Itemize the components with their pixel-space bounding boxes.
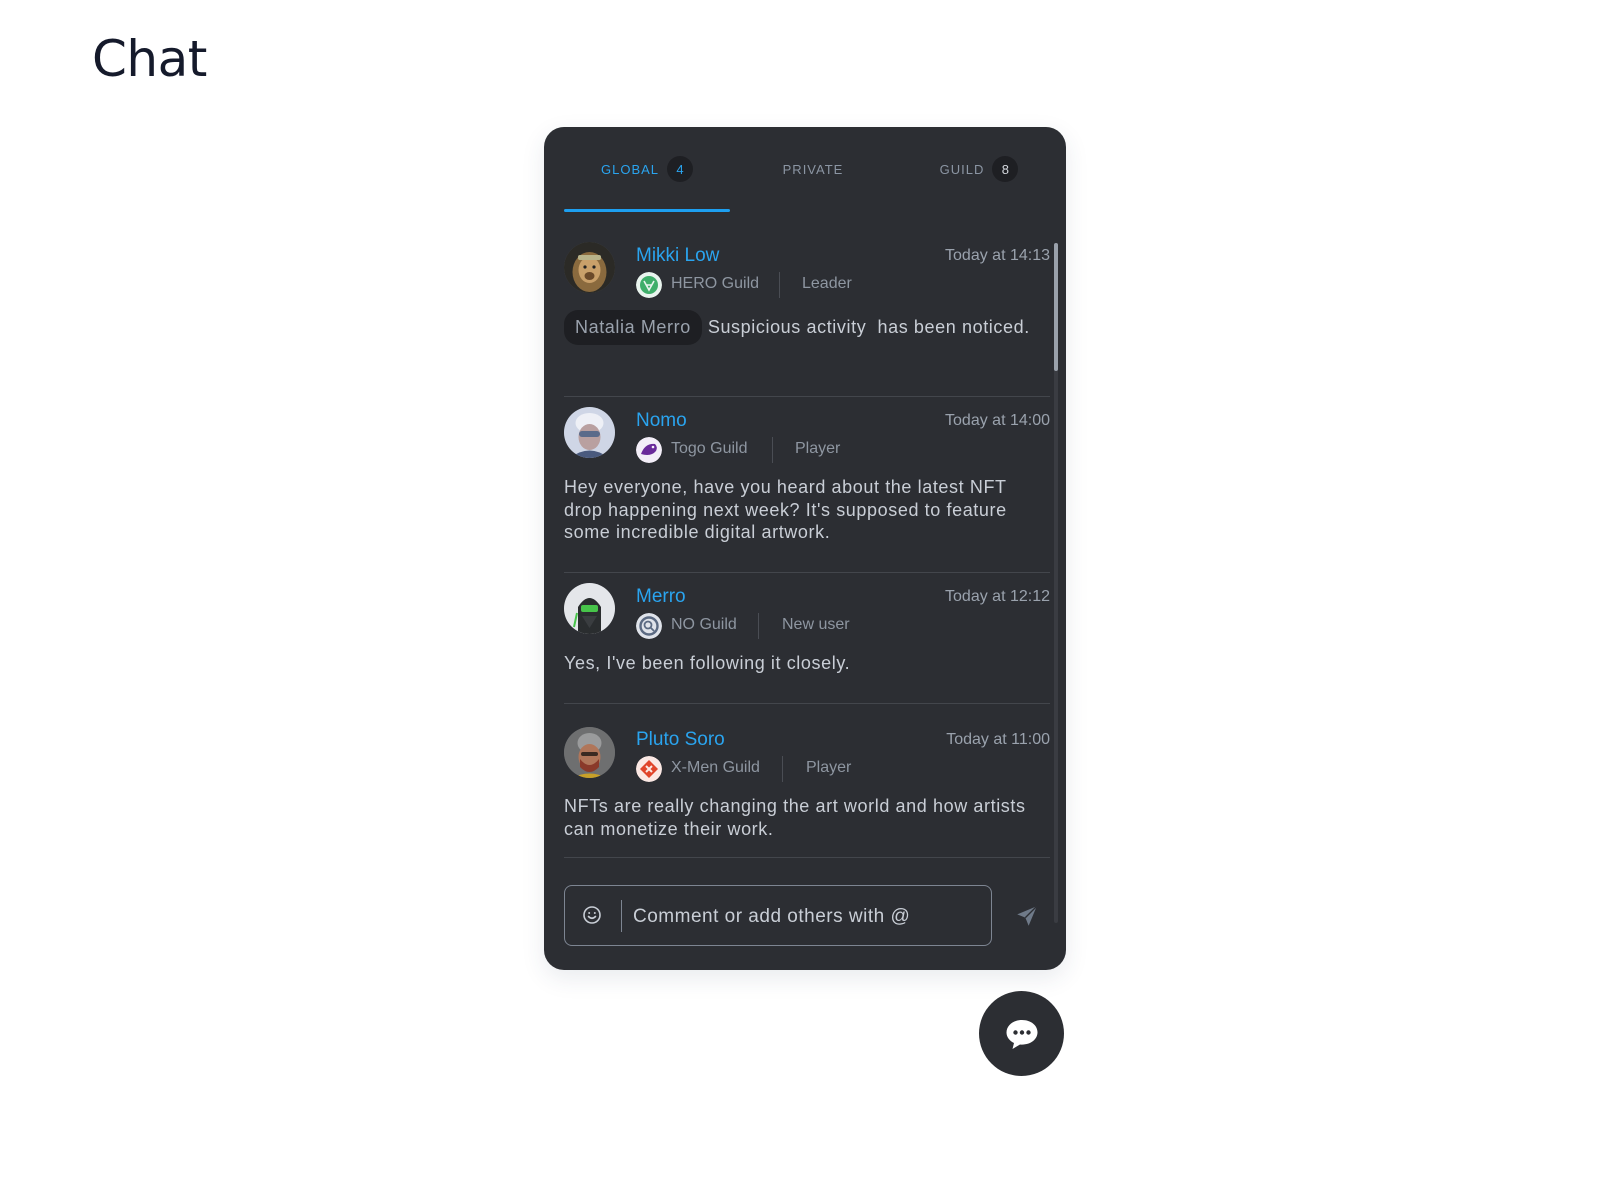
message-item: Merro Today at 12:12 NO Guild New user Y… [564, 572, 1050, 704]
tab-guild-label: GUILD [939, 161, 985, 177]
hero-guild-emblem-icon [636, 272, 662, 298]
tab-global-count-badge: 4 [667, 156, 694, 182]
togo-guild-emblem-icon [636, 437, 662, 463]
meta-divider [779, 272, 780, 298]
mention-tag[interactable]: Natalia Merro [564, 310, 702, 345]
messages-scrollbar-thumb[interactable] [1054, 243, 1058, 371]
sender-name[interactable]: Merro [636, 586, 686, 608]
meta-divider [758, 613, 759, 639]
tab-guild[interactable]: GUILD 8 [896, 127, 1062, 211]
guild-name: HERO Guild [671, 275, 760, 292]
chat-bubble-button[interactable] [979, 991, 1064, 1076]
guild-name: NO Guild [671, 616, 737, 633]
user-role: New user [782, 616, 850, 633]
message-body: Hey everyone, have you heard about the l… [564, 477, 1007, 542]
message-item: Nomo Today at 14:00 Togo Guild Player He… [564, 396, 1050, 573]
chat-panel: GLOBAL 4 PRIVATE GUILD 8 Mikki Low Today… [544, 127, 1066, 970]
sender-name[interactable]: Mikki Low [636, 245, 719, 267]
message-timestamp: Today at 11:00 [946, 731, 1050, 748]
chat-bubble-icon [1006, 1019, 1037, 1049]
tab-global[interactable]: GLOBAL 4 [564, 127, 730, 212]
avatar[interactable] [564, 242, 615, 293]
avatar[interactable] [564, 407, 615, 458]
user-role: Player [795, 440, 841, 457]
chat-tabs: GLOBAL 4 PRIVATE GUILD 8 [564, 127, 1046, 212]
tab-private-label: PRIVATE [782, 161, 844, 177]
comment-composer [564, 885, 992, 946]
message-list: Mikki Low Today at 14:13 HERO Guild Lead… [564, 232, 1050, 970]
message-text: Natalia Merro Suspicious activity has bee… [564, 310, 1034, 345]
guild-name: X-Men Guild [671, 759, 760, 776]
tab-guild-count-badge: 8 [992, 156, 1019, 182]
tab-private[interactable]: PRIVATE [730, 127, 896, 211]
message-timestamp: Today at 14:00 [945, 412, 1050, 429]
tab-global-label: GLOBAL [600, 161, 660, 177]
meta-divider [782, 756, 783, 782]
user-role: Leader [802, 275, 852, 292]
comment-input[interactable] [631, 894, 975, 940]
message-body: Yes, I've been following it closely. [564, 653, 851, 673]
avatar[interactable] [564, 727, 615, 778]
message-timestamp: Today at 14:13 [945, 247, 1050, 264]
sender-name[interactable]: Pluto Soro [636, 729, 725, 751]
message-timestamp: Today at 12:12 [945, 588, 1050, 605]
input-divider [621, 900, 622, 932]
page-title: Chat [92, 30, 207, 88]
meta-divider [772, 437, 773, 463]
smiley-icon[interactable] [580, 903, 604, 927]
message-item: Mikki Low Today at 14:13 HERO Guild Lead… [564, 232, 1050, 397]
sender-name[interactable]: Nomo [636, 410, 687, 432]
xmen-guild-emblem-icon [636, 756, 662, 782]
message-body: Suspicious activity has been noticed. [707, 317, 1030, 337]
send-arrow-icon[interactable] [1014, 903, 1040, 929]
message-item: Pluto Soro Today at 11:00 X-Men Guild Pl… [564, 703, 1050, 858]
message-body: NFTs are really changing the art world a… [564, 796, 1026, 839]
guild-name: Togo Guild [671, 440, 748, 457]
user-role: Player [806, 759, 852, 776]
no-guild-emblem-icon [636, 613, 662, 639]
avatar[interactable] [564, 583, 615, 634]
